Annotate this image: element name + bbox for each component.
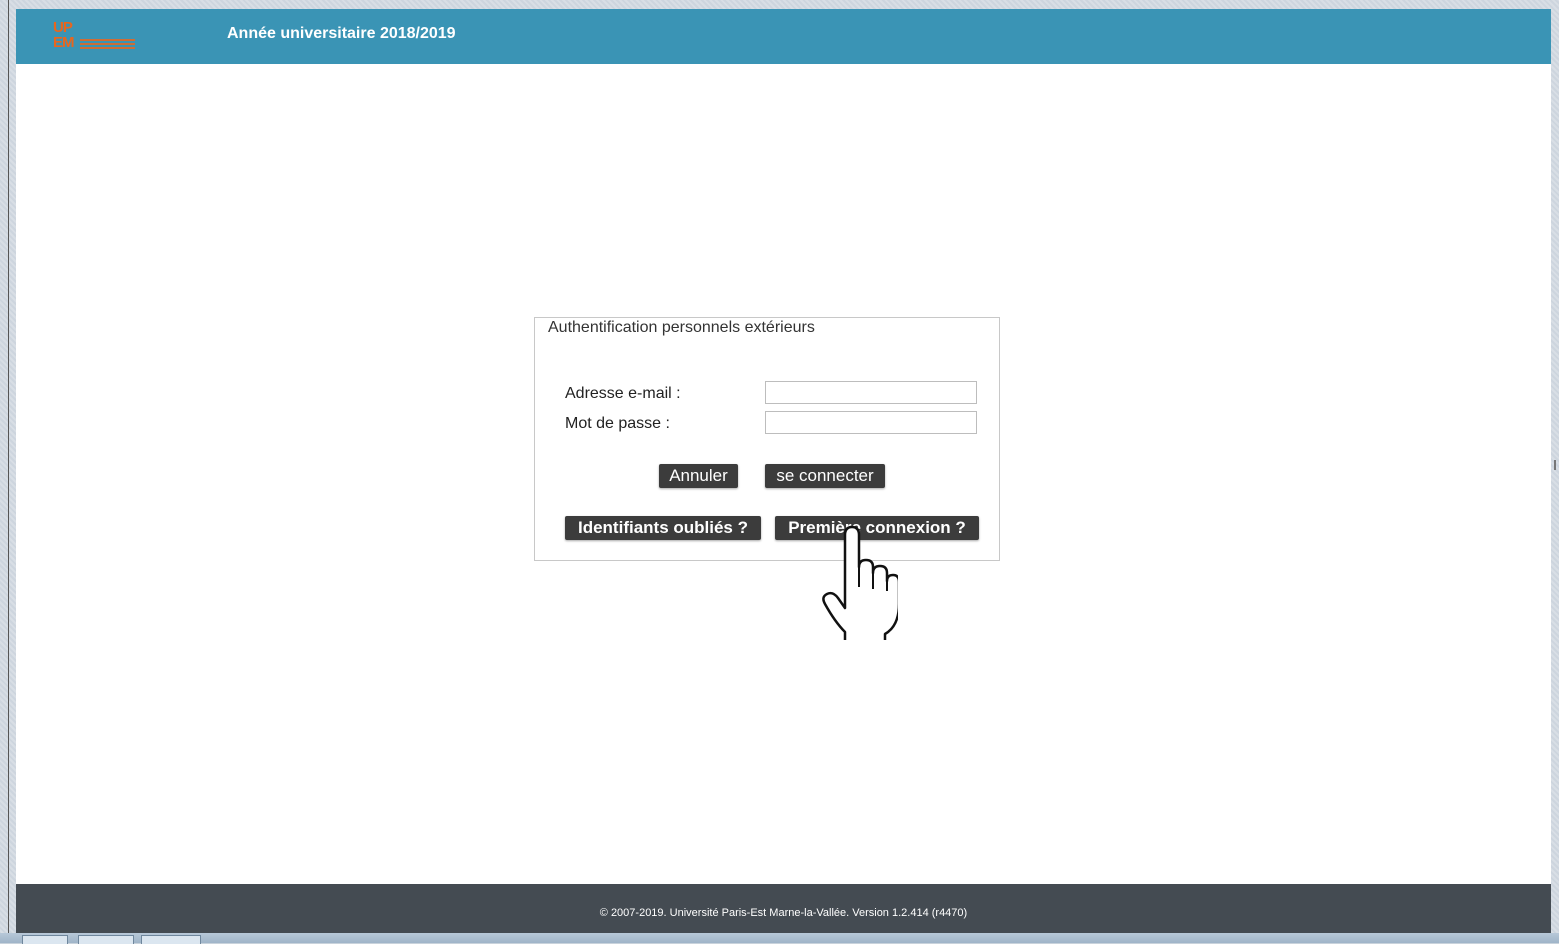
footer-copyright: © 2007-2019. Université Paris-Est Marne-… — [599, 907, 968, 919]
logo-bars — [80, 39, 135, 51]
password-label: Mot de passe : — [565, 415, 670, 432]
email-label: Adresse e-mail : — [565, 385, 681, 402]
window-edge — [8, 0, 9, 943]
page-footer: © 2007-2019. Université Paris-Est Marne-… — [16, 884, 1551, 933]
page-title: Année universitaire 2018/2019 — [227, 25, 456, 42]
page-header: UP EM Année universitaire 2018/2019 — [16, 9, 1551, 64]
email-field[interactable] — [765, 381, 977, 404]
scrollbar-grip[interactable] — [1554, 460, 1556, 470]
forgot-credentials-button[interactable]: Identifiants oubliés ? — [565, 516, 761, 540]
university-logo[interactable]: UP EM — [53, 19, 143, 57]
login-button[interactable]: se connecter — [765, 464, 885, 488]
cancel-button[interactable]: Annuler — [659, 464, 738, 488]
taskbar — [0, 933, 1559, 943]
logo-text-em: EM — [53, 34, 74, 51]
hand-pointer-icon — [822, 525, 898, 640]
password-field[interactable] — [765, 411, 977, 434]
auth-legend: Authentification personnels extérieurs — [546, 319, 817, 337]
